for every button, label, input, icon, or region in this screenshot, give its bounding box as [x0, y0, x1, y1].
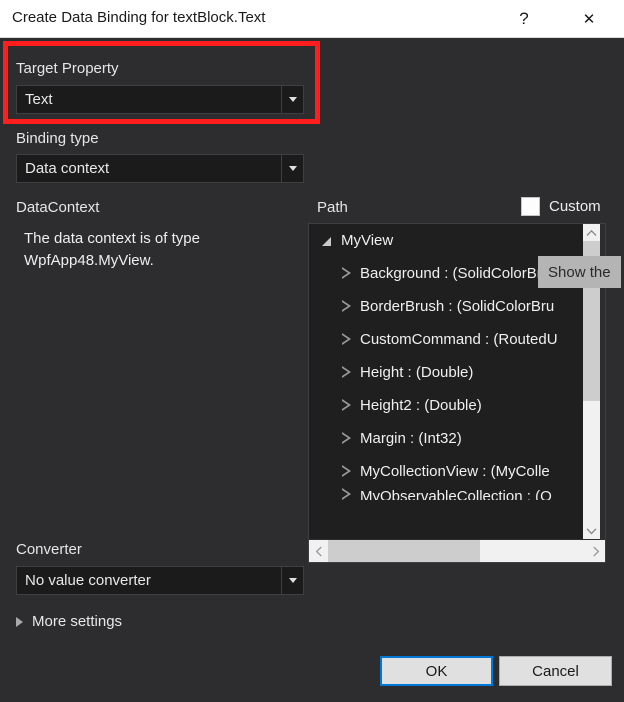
more-settings-expander[interactable]: More settings — [16, 613, 122, 630]
datacontext-label: DataContext — [16, 199, 99, 216]
tree-item-label: BorderBrush : (SolidColorBru — [360, 298, 554, 315]
chevron-down-icon[interactable] — [281, 567, 303, 594]
collapsed-triangle-icon[interactable] — [342, 300, 351, 313]
binding-type-combobox[interactable]: Data context — [16, 154, 304, 183]
collapsed-triangle-icon[interactable] — [342, 488, 351, 500]
tree-item[interactable]: BorderBrush : (SolidColorBru — [309, 290, 585, 323]
tree-horizontal-scrollbar[interactable] — [309, 540, 605, 562]
cancel-button-label: Cancel — [532, 663, 579, 680]
close-icon: ✕ — [583, 10, 596, 28]
dialog-title: Create Data Binding for textBlock.Text — [12, 9, 265, 26]
tree-item[interactable]: Height : (Double) — [309, 356, 585, 389]
target-property-combobox[interactable]: Text — [16, 85, 304, 114]
tree-item[interactable]: MyView — [309, 224, 585, 257]
scroll-down-arrow-icon[interactable] — [583, 522, 600, 539]
collapsed-triangle-icon[interactable] — [342, 432, 351, 445]
cancel-button[interactable]: Cancel — [499, 656, 612, 686]
chevron-right-icon — [16, 617, 23, 627]
scroll-left-arrow-icon[interactable] — [309, 540, 328, 562]
chevron-down-icon[interactable] — [281, 155, 303, 182]
scroll-up-arrow-icon[interactable] — [583, 224, 600, 241]
ok-button[interactable]: OK — [380, 656, 493, 686]
datacontext-description: The data context is of type WpfApp48.MyV… — [24, 228, 294, 272]
collapsed-triangle-icon[interactable] — [342, 399, 351, 412]
tree-item-label: MyCollectionView : (MyColle — [360, 463, 550, 480]
custom-checkbox[interactable] — [521, 197, 540, 216]
converter-label: Converter — [16, 541, 82, 558]
tree-item[interactable]: Height2 : (Double) — [309, 389, 585, 422]
collapsed-triangle-icon[interactable] — [342, 333, 351, 346]
expanded-triangle-icon[interactable] — [322, 236, 332, 246]
tree-tooltip: Show the — [538, 256, 621, 288]
question-mark-icon: ? — [519, 9, 528, 29]
path-label: Path — [317, 199, 348, 216]
collapsed-triangle-icon[interactable] — [342, 366, 351, 379]
custom-checkbox-row[interactable]: Custom — [521, 197, 601, 216]
converter-combobox[interactable]: No value converter — [16, 566, 304, 595]
target-property-value: Text — [17, 86, 281, 113]
tree-item[interactable]: CustomCommand : (RoutedU — [309, 323, 585, 356]
tree-item-label: MyView — [341, 232, 393, 249]
collapsed-triangle-icon[interactable] — [342, 465, 351, 478]
binding-type-label: Binding type — [16, 130, 99, 147]
tree-horizontal-scroll-thumb[interactable] — [328, 540, 480, 562]
custom-checkbox-label: Custom — [549, 198, 601, 215]
dialog-body: Target Property Text Binding type Data c… — [0, 38, 624, 702]
tree-item[interactable]: MyObservableCollection : (O — [309, 488, 585, 500]
converter-value: No value converter — [17, 567, 281, 594]
tree-item-label: Margin : (Int32) — [360, 430, 462, 447]
chevron-down-icon[interactable] — [281, 86, 303, 113]
more-settings-label: More settings — [32, 613, 122, 630]
tree-item-label: MyObservableCollection : (O — [360, 488, 552, 500]
tree-item[interactable]: MyCollectionView : (MyColle — [309, 455, 585, 488]
dialog-titlebar: Create Data Binding for textBlock.Text ?… — [0, 0, 624, 38]
scroll-right-arrow-icon[interactable] — [586, 540, 605, 562]
tree-item[interactable]: Margin : (Int32) — [309, 422, 585, 455]
tree-item-label: CustomCommand : (RoutedU — [360, 331, 558, 348]
help-button[interactable]: ? — [501, 0, 547, 37]
binding-type-value: Data context — [17, 155, 281, 182]
ok-button-label: OK — [426, 663, 448, 680]
tree-item-label: Background : (SolidColorBrus — [360, 265, 558, 282]
create-data-binding-dialog: Create Data Binding for textBlock.Text ?… — [0, 0, 624, 702]
tree-item-label: Height : (Double) — [360, 364, 473, 381]
close-button[interactable]: ✕ — [566, 0, 612, 37]
target-property-label: Target Property — [16, 60, 119, 77]
tree-item-label: Height2 : (Double) — [360, 397, 482, 414]
collapsed-triangle-icon[interactable] — [342, 267, 351, 280]
